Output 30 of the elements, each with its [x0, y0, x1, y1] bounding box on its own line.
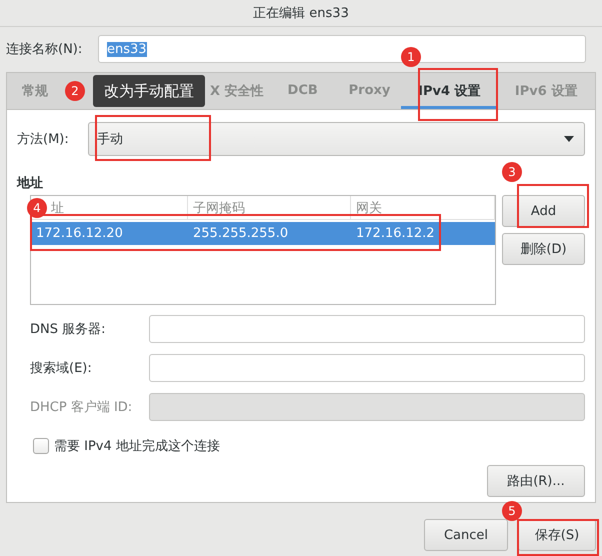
method-dropdown[interactable]: 手动 [88, 122, 585, 156]
tooltip: 改为手动配置 [93, 75, 205, 107]
highlight-frame [517, 184, 589, 228]
section-heading: 地址 [17, 175, 44, 192]
save-button[interactable]: 保存(S) [518, 519, 596, 551]
tab[interactable]: 常规 [7, 73, 63, 109]
tab[interactable]: IPv4 设置 [401, 73, 498, 109]
add-button[interactable]: Add [502, 195, 585, 227]
delete-button[interactable]: 删除(D) [502, 233, 585, 265]
step-marker: 5 [502, 501, 522, 521]
field-label: DHCP 客户端 ID: [30, 399, 134, 416]
tab[interactable]: Proxy [338, 73, 402, 109]
require-ipv4-checkbox[interactable]: 需要 IPv4 地址完成这个连接 [33, 437, 585, 455]
field-label: DNS 服务器: [30, 321, 106, 338]
field-label: 连接名称(N): [6, 41, 84, 58]
routes-button[interactable]: 路由(R)... [487, 465, 585, 497]
input-field[interactable] [149, 354, 585, 382]
column-header[interactable]: 网关 [356, 198, 382, 216]
column-header[interactable]: 子网掩码 [193, 198, 245, 216]
tab[interactable]: IPv6 设置 [497, 73, 595, 109]
dropdown-arrow-icon [564, 136, 574, 142]
address-row[interactable]: 172.16.12.20 255.255.255.0 172.16.12.2 [31, 222, 495, 245]
tab[interactable]: X 安全性 [206, 73, 268, 109]
input-field[interactable] [149, 315, 585, 343]
tab[interactable]: DCB [268, 73, 338, 109]
cancel-button[interactable]: Cancel [424, 519, 508, 551]
column-header[interactable]: 址 [51, 198, 64, 216]
field-label: 方法(M): [17, 131, 70, 148]
field-label: 搜索域(E): [30, 360, 93, 377]
window-title: 正在编辑 ens33 [253, 5, 349, 22]
